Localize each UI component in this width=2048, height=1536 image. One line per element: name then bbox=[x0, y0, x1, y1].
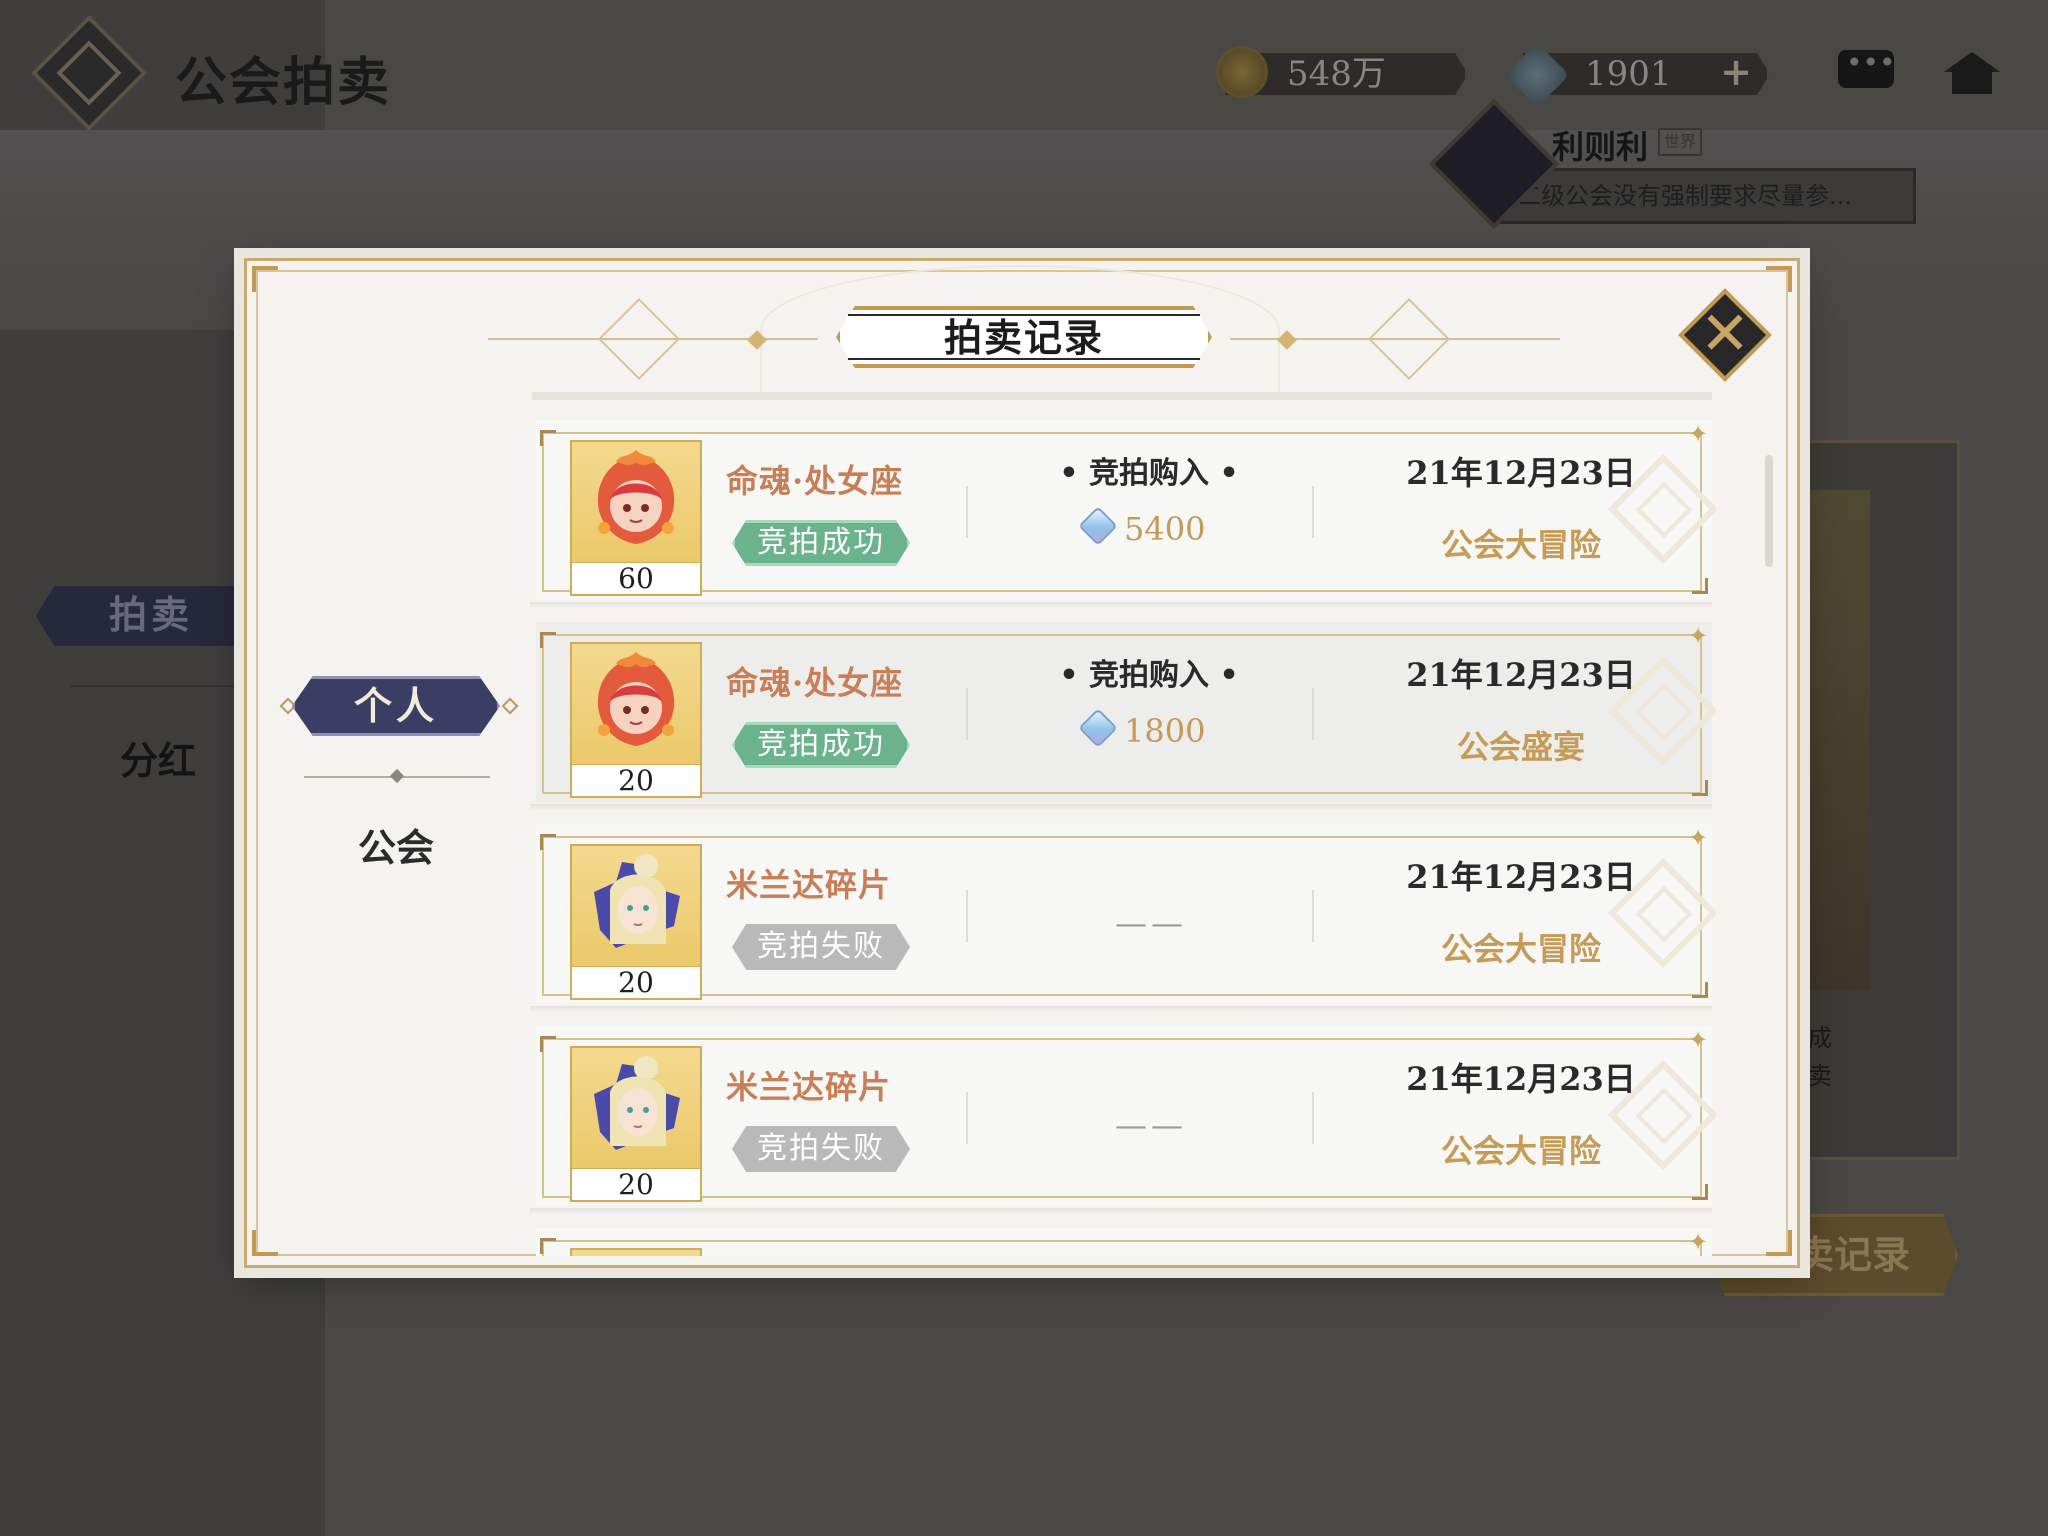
item-quantity: 20 bbox=[570, 966, 702, 1000]
item-quantity: 20 bbox=[570, 764, 702, 798]
row-separator bbox=[530, 804, 1712, 810]
record-corner bbox=[1692, 780, 1708, 796]
row-separator bbox=[530, 1208, 1712, 1214]
miranda-fragment-avatar-icon bbox=[594, 1056, 680, 1150]
column-divider bbox=[966, 890, 968, 942]
list-scrollbar[interactable] bbox=[1765, 455, 1773, 567]
gold-coin-icon bbox=[1216, 46, 1268, 98]
chat-channel-tag: 世界 bbox=[1658, 128, 1702, 156]
modal-corner bbox=[252, 266, 278, 292]
record-list[interactable]: ✦ 60 命魂·处女座 竞拍成功 • 竞拍购入 • 5400 21年12月23日… bbox=[530, 390, 1716, 1256]
buy-label: • 竞拍购入 • bbox=[1059, 456, 1239, 491]
column-divider bbox=[1312, 486, 1314, 538]
bg-tab-auction: 拍卖 bbox=[36, 586, 266, 646]
miranda-fragment-avatar-icon bbox=[594, 854, 680, 948]
buy-label: • 竞拍购入 • bbox=[1059, 658, 1239, 693]
record-row[interactable]: ✦ 20 米兰达碎片 竞拍失败 —— 21年12月23日 公会大冒险 bbox=[536, 1026, 1716, 1206]
column-divider bbox=[1312, 1092, 1314, 1144]
record-source: 公会盛宴 bbox=[1456, 728, 1585, 766]
item-slot[interactable] bbox=[570, 1248, 702, 1256]
row-separator bbox=[530, 602, 1712, 608]
column-divider bbox=[1312, 688, 1314, 740]
record-source: 公会大冒险 bbox=[1440, 1132, 1601, 1170]
chat-username: 利则利 bbox=[1552, 128, 1649, 166]
record-row-partial[interactable]: ✦ bbox=[536, 1228, 1712, 1256]
record-row[interactable]: ✦ 20 命魂·处女座 竞拍成功 • 竞拍购入 • 1800 21年12月23日… bbox=[536, 622, 1716, 802]
record-date: 21年12月23日 bbox=[1406, 454, 1636, 492]
item-name: 命魂·处女座 bbox=[726, 462, 904, 500]
no-price-dash: —— bbox=[1115, 904, 1187, 942]
record-frame bbox=[542, 1240, 1702, 1256]
record-corner bbox=[1692, 982, 1708, 998]
status-badge-success: 竞拍成功 bbox=[732, 520, 910, 566]
status-badge-fail: 竞拍失败 bbox=[732, 924, 910, 970]
record-corner bbox=[540, 834, 556, 850]
bg-separator bbox=[70, 685, 250, 687]
sparkle-icon: ✦ bbox=[1688, 1228, 1709, 1256]
record-row[interactable]: ✦ 20 米兰达碎片 竞拍失败 —— 21年12月23日 公会大冒险 bbox=[536, 824, 1716, 1004]
record-corner bbox=[1692, 578, 1708, 594]
record-corner bbox=[540, 1036, 556, 1052]
item-name: 米兰达碎片 bbox=[726, 866, 892, 904]
record-source: 公会大冒险 bbox=[1440, 930, 1601, 968]
price: 5400 bbox=[1124, 510, 1206, 548]
bg-tab-dividend: 分红 bbox=[120, 738, 197, 783]
column-divider bbox=[1312, 890, 1314, 942]
home-base bbox=[1952, 72, 1992, 94]
record-date: 21年12月23日 bbox=[1406, 656, 1636, 694]
item-quantity: 60 bbox=[570, 562, 702, 596]
row-separator bbox=[530, 1006, 1712, 1012]
record-corner bbox=[540, 632, 556, 648]
status-badge-fail: 竞拍失败 bbox=[732, 1126, 910, 1172]
record-corner bbox=[1692, 1184, 1708, 1200]
tab-personal[interactable]: 个人 bbox=[292, 676, 500, 736]
status-badge-success: 竞拍成功 bbox=[732, 722, 910, 768]
record-date: 21年12月23日 bbox=[1406, 858, 1636, 896]
modal-corner bbox=[1766, 266, 1792, 292]
modal-corner bbox=[1766, 1230, 1792, 1256]
record-date: 21年12月23日 bbox=[1406, 1060, 1636, 1098]
home-roof bbox=[1944, 52, 2000, 72]
sparkle-icon: ✦ bbox=[1688, 1026, 1709, 1054]
record-row[interactable]: ✦ 60 命魂·处女座 竞拍成功 • 竞拍购入 • 5400 21年12月23日… bbox=[536, 420, 1716, 600]
home-icon[interactable] bbox=[1944, 52, 2000, 96]
column-divider bbox=[966, 1092, 968, 1144]
add-gem-button[interactable]: + bbox=[1716, 52, 1756, 92]
chat-icon[interactable] bbox=[1838, 46, 1896, 88]
page-title: 公会拍卖 bbox=[175, 52, 392, 113]
item-name: 命魂·处女座 bbox=[726, 664, 904, 702]
sparkle-icon: ✦ bbox=[1688, 824, 1709, 852]
red-spirit-avatar-icon bbox=[597, 652, 675, 746]
item-quantity: 20 bbox=[570, 1168, 702, 1202]
record-corner bbox=[540, 430, 556, 446]
record-source: 公会大冒险 bbox=[1440, 526, 1601, 564]
price: 1800 bbox=[1124, 712, 1206, 750]
no-price-dash: —— bbox=[1115, 1106, 1187, 1144]
modal-title: 拍卖记录 bbox=[943, 315, 1104, 360]
sparkle-icon: ✦ bbox=[1688, 420, 1709, 448]
item-name: 米兰达碎片 bbox=[726, 1068, 892, 1106]
column-divider bbox=[966, 486, 968, 538]
column-divider bbox=[966, 688, 968, 740]
chat-message[interactable]: 二级公会没有强制要求尽量参... bbox=[1490, 168, 1916, 224]
red-spirit-avatar-icon bbox=[597, 450, 675, 544]
sparkle-icon: ✦ bbox=[1688, 622, 1709, 650]
record-corner bbox=[540, 1238, 556, 1254]
tab-guild[interactable]: 公会 bbox=[300, 820, 492, 876]
modal-corner bbox=[252, 1230, 278, 1256]
